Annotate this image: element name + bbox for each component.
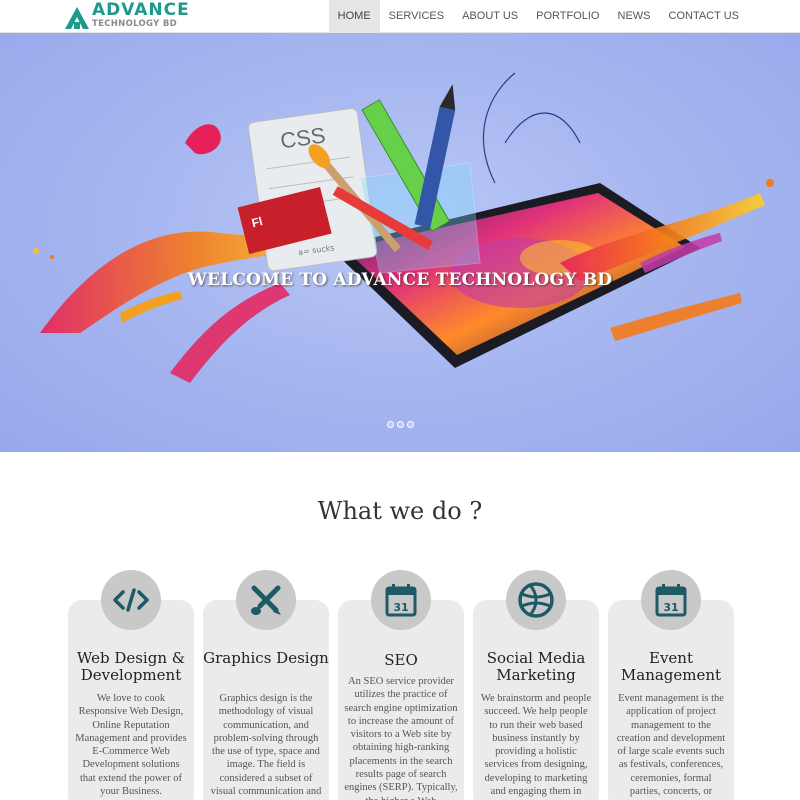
card-icon-wrapper: 31 xyxy=(371,570,431,630)
card-text: Event management is the application of p… xyxy=(616,693,726,798)
service-card-graphics-design[interactable]: Graphics Design Graphics design is the m… xyxy=(203,570,329,800)
card-icon-wrapper: 31 xyxy=(641,570,701,630)
nav-item-services[interactable]: SERVICES xyxy=(380,0,453,33)
nav-item-home[interactable]: HOME xyxy=(328,0,380,33)
section-title: What we do ? xyxy=(317,497,483,525)
brand-subtitle: TECHNOLOGY BD xyxy=(92,19,177,29)
slider-dot-2[interactable] xyxy=(396,421,404,428)
site-header: ADVANCE TECHNOLOGY BD HOME SERVICES ABOU… xyxy=(0,0,800,33)
nav-item-contact-us[interactable]: CONTACT US xyxy=(660,0,749,33)
card-title: Web Design & Development xyxy=(76,649,186,684)
nav-item-portfolio[interactable]: PORTFOLIO xyxy=(527,0,608,33)
globe-icon xyxy=(518,582,554,618)
code-icon xyxy=(113,588,149,612)
slider-dot-3[interactable] xyxy=(406,421,414,428)
card-icon-wrapper xyxy=(101,570,161,630)
card-icon-wrapper xyxy=(236,570,296,630)
card-icon-wrapper xyxy=(506,570,566,630)
slider-dot-1[interactable] xyxy=(386,421,394,428)
logo-triangle-icon xyxy=(65,7,89,29)
brand-logo[interactable]: ADVANCE TECHNOLOGY BD xyxy=(64,2,190,32)
slider-dots xyxy=(0,421,800,428)
hero-slider: CSS a= sucks Fl WELCOME TO ADVANCE TECHN… xyxy=(0,33,800,452)
hero-illustration: CSS a= sucks Fl xyxy=(33,72,774,383)
brush-pencil-icon xyxy=(251,585,281,615)
calendar-icon: 31 xyxy=(655,584,687,617)
card-title: Graphics Design xyxy=(203,649,329,667)
calendar-icon-label: 31 xyxy=(663,601,678,614)
calendar-icon-label: 31 xyxy=(393,601,408,614)
service-card-social-media[interactable]: Social Media Marketing We brainstorm and… xyxy=(473,570,599,800)
service-card-event-management[interactable]: 31 Event Management Event management is … xyxy=(608,570,734,800)
hero-title: WELCOME TO ADVANCE TECHNOLOGY BD xyxy=(187,270,613,290)
service-card-web-design[interactable]: Web Design & Development We love to cook… xyxy=(68,570,194,800)
card-text: Graphics design is the methodology of vi… xyxy=(210,693,322,798)
card-text: An SEO service provider utilizes the pra… xyxy=(344,676,458,800)
nav-item-news[interactable]: NEWS xyxy=(609,0,660,33)
card-text: We love to cook Responsive Web Design, O… xyxy=(75,693,187,798)
brand-name: ADVANCE xyxy=(92,0,190,20)
services-cards: Web Design & Development We love to cook… xyxy=(68,570,736,800)
card-title: Social Media Marketing xyxy=(486,649,586,684)
card-text: We brainstorm and people succeed. We hel… xyxy=(480,693,592,798)
service-card-seo[interactable]: 31 SEO An SEO service provider utilizes … xyxy=(338,570,464,800)
card-title: SEO xyxy=(384,651,418,669)
nav-item-about-us[interactable]: ABOUT US xyxy=(453,0,527,33)
calendar-icon: 31 xyxy=(385,584,417,617)
main-nav: HOME SERVICES ABOUT US PORTFOLIO NEWS CO… xyxy=(328,0,749,33)
card-title: Event Management xyxy=(620,649,722,684)
